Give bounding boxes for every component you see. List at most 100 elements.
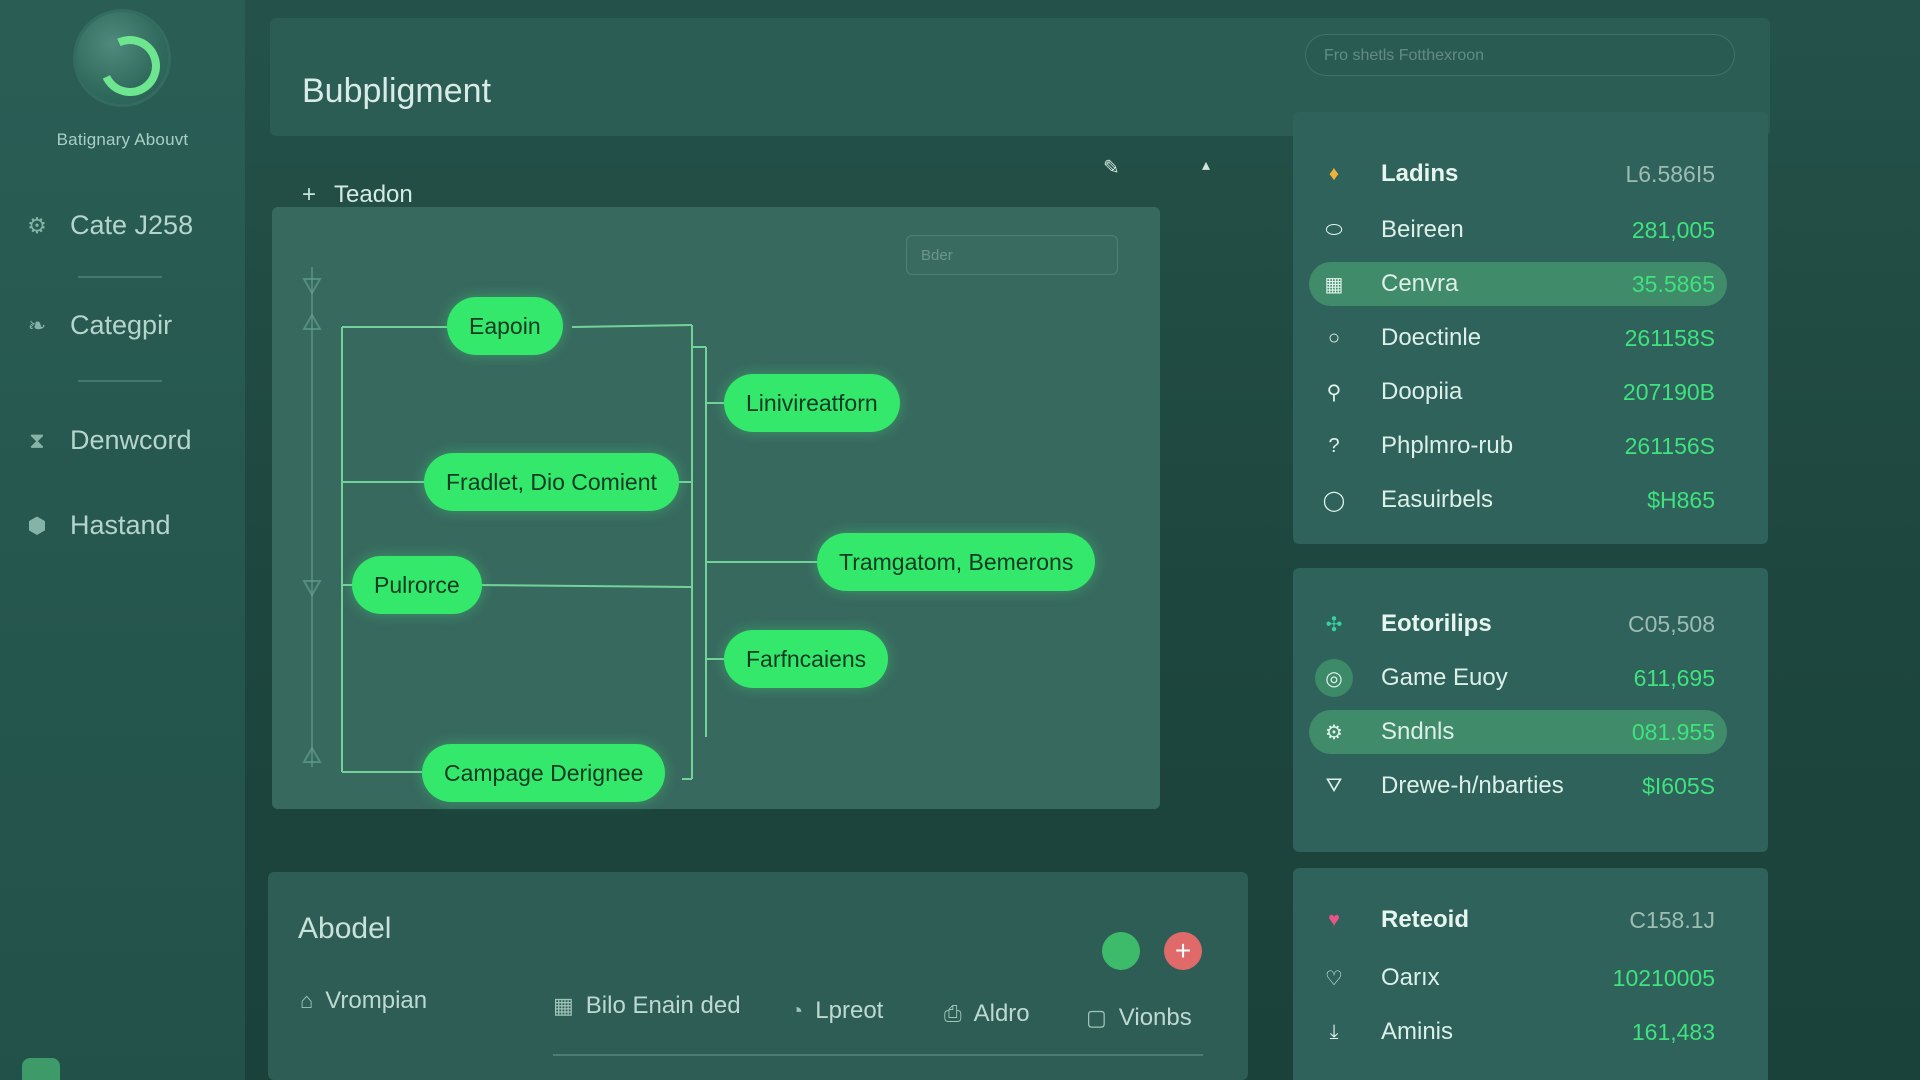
flow-node[interactable]: Pulrorce	[352, 556, 482, 614]
hourglass-icon: ⧗	[29, 427, 45, 453]
ring-icon: ⬭	[1325, 218, 1343, 241]
stats-panel-2: ✣ Eotorilips C05,508 ◎ Game Euoy 611,695…	[1293, 568, 1768, 852]
app-window: Batignary Abouvt ⚙ Cate J258 ❧ Categpir …	[0, 0, 1920, 1080]
sidebar-item-categpir[interactable]: ❧ Categpir	[22, 310, 172, 341]
sidebar-item-label: Hastand	[70, 510, 171, 540]
shield-icon: ⬢	[27, 512, 47, 538]
row-value: 161,483	[1631, 1018, 1715, 1045]
list-item[interactable]: ⤓ Aminis 161,483	[1309, 1010, 1727, 1054]
row-label: Easuirbels	[1381, 486, 1494, 513]
grid-icon: ▦	[1324, 273, 1344, 296]
panel-title: Abodel	[298, 912, 392, 945]
list-item[interactable]: ○ Doectinle 261158S	[1309, 316, 1727, 360]
row-value: L6.586I5	[1625, 160, 1715, 187]
row-label: Game Euoy	[1381, 664, 1508, 691]
sidebar-item-label: Denwcord	[70, 425, 192, 455]
pin-tool-icon[interactable]: ✎	[1103, 155, 1120, 180]
flow-node[interactable]: Linivireatforn	[724, 374, 900, 432]
paint-icon: ♥	[1328, 908, 1340, 931]
download-icon: ⤓	[1329, 1020, 1339, 1043]
list-item[interactable]: ♦ Ladins L6.586I5	[1309, 152, 1727, 196]
page-title: Bubpligment	[302, 72, 492, 110]
add-icon[interactable]: +	[302, 181, 316, 209]
tab-underline	[553, 1054, 1203, 1056]
list-item[interactable]: ⬭ Beireen 281,005	[1309, 208, 1727, 252]
gear-icon: ⚙	[1325, 721, 1343, 744]
row-value: 081.955	[1631, 718, 1715, 745]
row-label: Sndnls	[1381, 718, 1455, 745]
list-item[interactable]: ⛛ Drewe-h/nbarties $I605S	[1309, 764, 1727, 808]
flow-node[interactable]: Fradlet, Dio Comient	[424, 453, 679, 511]
list-item[interactable]: ♥ Reteoid C158.1J	[1309, 898, 1727, 942]
flow-section: + Teadon ✎ ▴ Bder Eapoin Fradlet, Dio Co…	[268, 145, 1248, 835]
circle-icon: ○	[1327, 326, 1341, 349]
sidebar-item-label: Cate J258	[70, 210, 194, 240]
flow-node[interactable]: Campage Derignee	[422, 744, 666, 802]
row-label: Phplmro-rub	[1381, 432, 1514, 459]
flow-heading: + Teadon	[302, 181, 413, 209]
search-input[interactable]: Fro shetls Fotthexroon	[1305, 34, 1735, 76]
stats-panel-3: ♥ Reteoid C158.1J ♡ Oarıx 10210005 ⤓ Ami…	[1293, 868, 1768, 1080]
circle-icon: ◯	[1322, 489, 1346, 512]
row-value: C05,508	[1628, 610, 1715, 637]
row-value: $I605S	[1642, 772, 1715, 799]
flow-canvas: Bder Eapoin Fradlet, Dio Comient Pulrorc…	[272, 207, 1160, 809]
flame-icon: ♦	[1328, 162, 1340, 185]
tab-label: Aldro	[973, 1000, 1030, 1027]
list-item[interactable]: ? Phplmro-rub 261156S	[1309, 424, 1727, 468]
row-label: Reteoid	[1381, 906, 1470, 933]
row-label: Oarıx	[1381, 964, 1440, 991]
list-item[interactable]: ◎ Game Euoy 611,695	[1309, 656, 1727, 700]
list-item[interactable]: ♡ Oarıx 10210005	[1309, 956, 1727, 1000]
row-value: C158.1J	[1629, 906, 1715, 933]
network-icon: ✣	[1325, 613, 1343, 636]
list-item[interactable]: ⚙ Sndnls 081.955	[1309, 710, 1727, 754]
sidebar-item-cate[interactable]: ⚙ Cate J258	[22, 210, 193, 241]
home-icon: ⌂	[300, 988, 314, 1013]
row-value: 261156S	[1624, 432, 1715, 459]
tab-bilo[interactable]: ▦ Bilo Enain ded	[553, 992, 741, 1020]
sidebar-item-hastand[interactable]: ⬢ Hastand	[22, 510, 171, 541]
row-label: Cenvra	[1381, 270, 1459, 297]
list-item[interactable]: ✣ Eotorilips C05,508	[1309, 602, 1727, 646]
printer-icon: ⎙	[944, 1001, 962, 1026]
row-label: Drewe-h/nbarties	[1381, 772, 1564, 799]
row-label: Beireen	[1381, 216, 1464, 243]
flow-node[interactable]: Eapoin	[447, 297, 563, 355]
tab-aldro[interactable]: ⎙ Aldro	[944, 1000, 1030, 1028]
flow-node[interactable]: Tramgatom, Bemerons	[817, 533, 1096, 591]
building-icon: ▦	[553, 993, 574, 1018]
row-value: 281,005	[1631, 216, 1715, 243]
tab-label: Vionbs	[1118, 1004, 1192, 1031]
list-item[interactable]: ⚲ Doopiia 207190B	[1309, 370, 1727, 414]
row-label: Doectinle	[1381, 324, 1482, 351]
tab-label: Vrompian	[325, 987, 428, 1014]
target-icon: ◎	[1315, 659, 1353, 697]
collapse-icon[interactable]: ▴	[1202, 155, 1210, 175]
sidebar-bottom-button[interactable]	[22, 1058, 60, 1080]
flow-connectors	[302, 267, 817, 780]
flow-title: Teadon	[334, 181, 413, 208]
flow-node[interactable]: Farfncaiens	[724, 630, 889, 688]
heart-icon: ♡	[1325, 967, 1343, 990]
tab-vrompian[interactable]: ⌂ Vrompian	[300, 987, 427, 1015]
chat-icon: ▢	[1086, 1005, 1107, 1030]
add-button[interactable]: +	[1164, 932, 1202, 970]
row-label: Aminis	[1381, 1018, 1454, 1045]
tab-lpreot[interactable]: ◔ Lpreot	[790, 997, 883, 1025]
tab-label: Lpreot	[815, 997, 884, 1024]
green-status-button[interactable]	[1102, 932, 1140, 970]
tab-label: Bilo Enain ded	[585, 992, 741, 1019]
gear-icon: ⚙	[27, 212, 47, 238]
row-value: 611,695	[1633, 664, 1715, 691]
row-label: Doopiia	[1381, 378, 1463, 405]
list-item[interactable]: ◯ Easuirbels $H865	[1309, 478, 1727, 522]
sidebar-item-denwcord[interactable]: ⧗ Denwcord	[22, 425, 192, 456]
row-label: Eotorilips	[1381, 610, 1492, 637]
list-item[interactable]: ▦ Cenvra 35.5865	[1309, 262, 1727, 306]
funnel-icon: ⛛	[1325, 774, 1343, 797]
tab-vionbs[interactable]: ▢ Vionbs	[1086, 1004, 1192, 1032]
row-value: 35.5865	[1631, 270, 1715, 297]
row-value: 261158S	[1624, 324, 1715, 351]
bottom-panel: Abodel + ⌂ Vrompian ▦ Bilo Enain ded ◔ L…	[268, 872, 1248, 1080]
